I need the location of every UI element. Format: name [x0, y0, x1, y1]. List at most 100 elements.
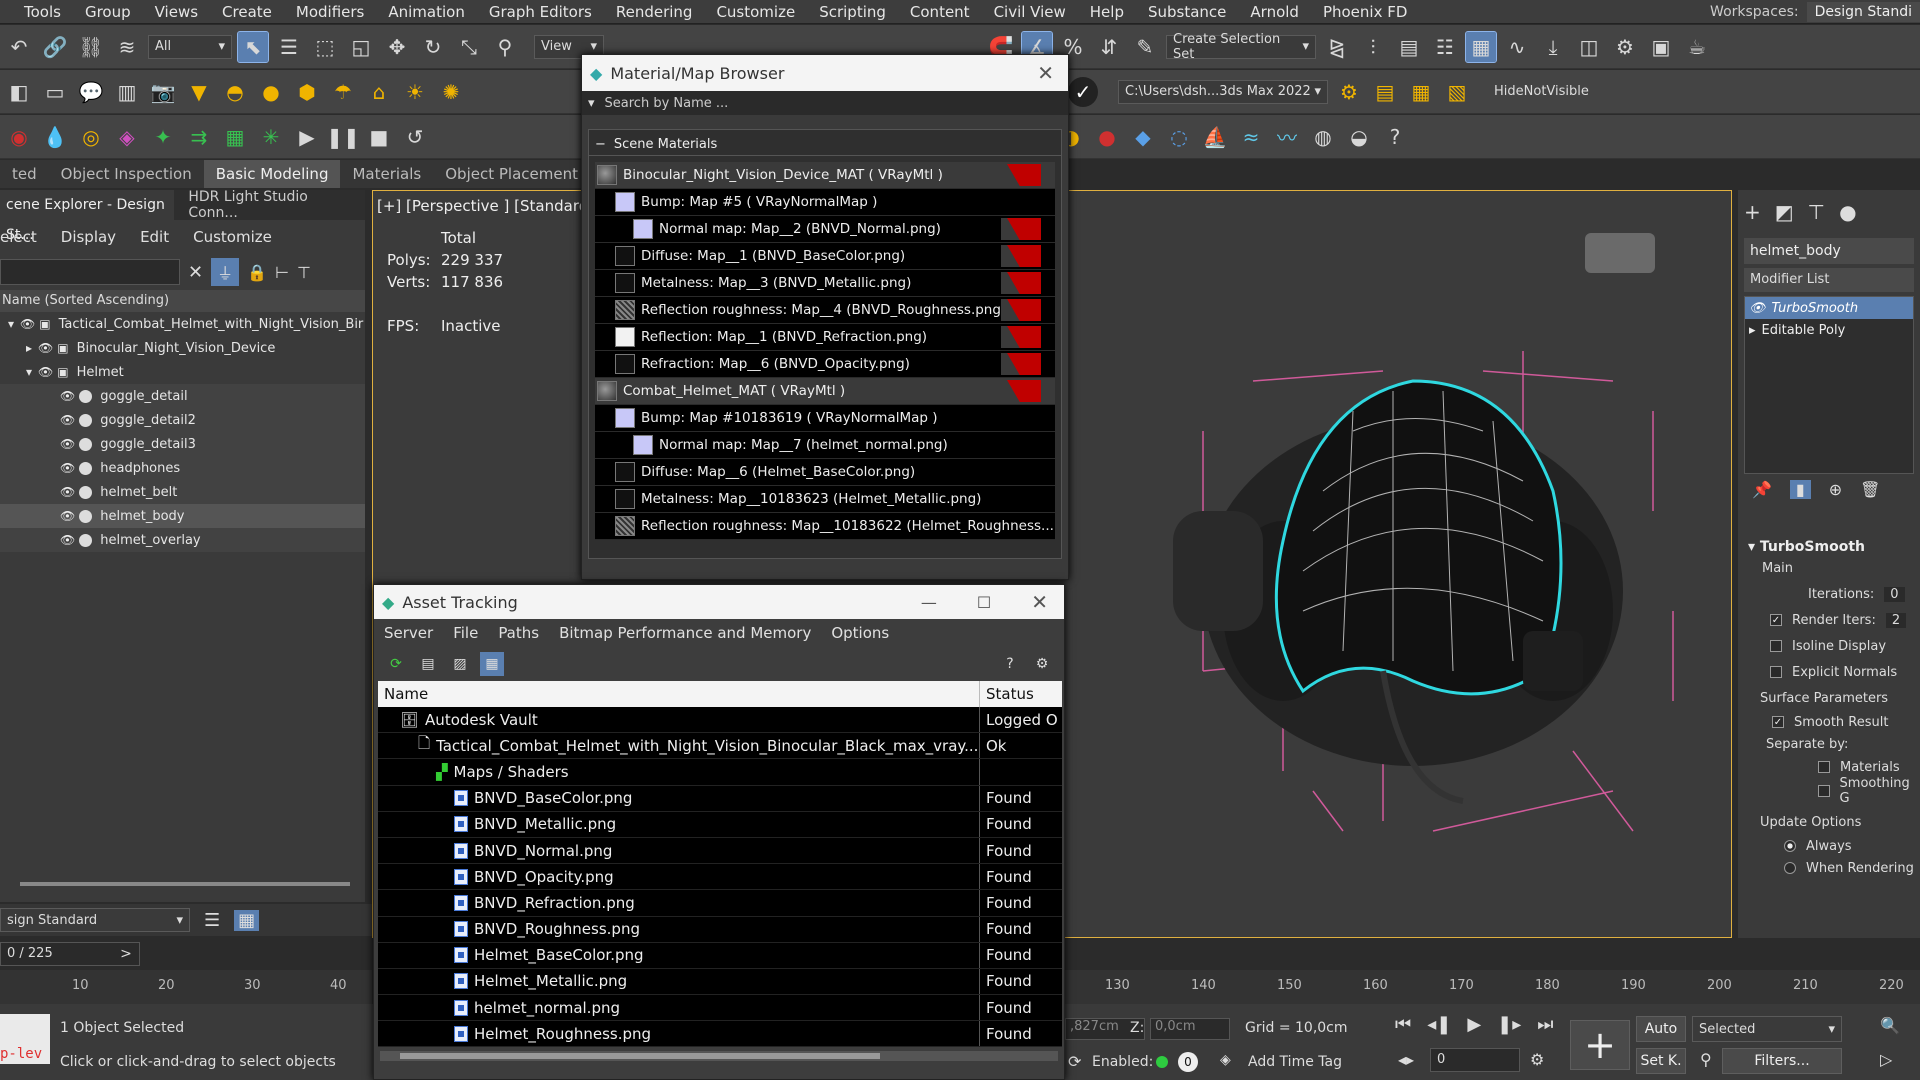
- lock-icon[interactable]: 🔒: [247, 263, 267, 282]
- viewport-label[interactable]: [+] [Perspective ] [Standard ]: [377, 197, 599, 215]
- remove-modifier-icon[interactable]: 🗑: [1860, 480, 1880, 499]
- ribbon-tab-object-placement[interactable]: Object Placement: [433, 160, 590, 188]
- vray-asset-icon-10[interactable]: ≈: [1236, 122, 1266, 152]
- material-editor-icon[interactable]: ◫: [1574, 32, 1604, 62]
- menu-item-substance[interactable]: Substance: [1136, 3, 1238, 21]
- fire-icon[interactable]: ◉: [4, 122, 34, 152]
- vray-asset-icon-8[interactable]: ◌: [1164, 122, 1194, 152]
- sky-icon[interactable]: ✺: [436, 77, 466, 107]
- z-coordinate-field[interactable]: 0,0cm: [1150, 1018, 1230, 1040]
- visibility-eye-icon[interactable]: 👁: [60, 437, 75, 451]
- thumbnail-view-icon[interactable]: ▨: [448, 652, 472, 676]
- scene-tree-item[interactable]: 👁 goggle_detail3: [0, 432, 365, 456]
- name-column-header[interactable]: Name (Sorted Ascending): [0, 290, 365, 312]
- asset-row[interactable]: ▞ Maps / Shaders: [378, 759, 1062, 786]
- next-frame-icon[interactable]: >: [116, 942, 136, 966]
- restart-icon[interactable]: ↺: [400, 122, 430, 152]
- isoline-checkbox[interactable]: [1770, 640, 1782, 652]
- set-key-big-button[interactable]: +: [1570, 1020, 1630, 1070]
- map-item[interactable]: Bump: Map #5 ( VRayNormalMap ): [595, 189, 1055, 216]
- simulator-icon[interactable]: ✦: [148, 122, 178, 152]
- asset-menu-server[interactable]: Server: [374, 624, 443, 642]
- modify-tab-icon[interactable]: ◩: [1775, 200, 1794, 224]
- toggle-ribbon-icon[interactable]: ▦: [1465, 30, 1497, 63]
- window-crossing-icon[interactable]: ◱: [346, 32, 376, 62]
- map-item[interactable]: Diffuse: Map__6 (Helmet_BaseColor.png): [595, 459, 1055, 486]
- material-item[interactable]: Binocular_Night_Vision_Device_MAT ( VRay…: [595, 162, 1055, 189]
- pin-stack-icon[interactable]: 📌: [1752, 480, 1772, 499]
- asset-row[interactable]: Helmet_Metallic.png Found: [378, 968, 1062, 996]
- play-icon[interactable]: ▶: [292, 122, 322, 152]
- scene-menu-elect[interactable]: elect: [0, 228, 49, 246]
- archive-icon[interactable]: ▭: [40, 77, 70, 107]
- visibility-eye-icon[interactable]: 👁: [60, 389, 75, 403]
- toggle-layer-explorer-icon[interactable]: ☷: [1430, 32, 1460, 62]
- menu-item-customize[interactable]: Customize: [704, 3, 807, 21]
- spinner-snap-icon[interactable]: ⇵: [1094, 32, 1124, 62]
- dome-light-icon[interactable]: ◓: [220, 77, 250, 107]
- map-item[interactable]: Reflection: Map__1 (BNVD_Refraction.png): [595, 324, 1055, 351]
- visibility-eye-icon[interactable]: 👁: [60, 485, 75, 499]
- workspaces-dropdown[interactable]: Design Standi: [1806, 2, 1920, 22]
- selection-filter-dropdown[interactable]: All ▾: [148, 34, 232, 59]
- asset-row[interactable]: BNVD_Normal.png Found: [378, 837, 1062, 865]
- pause-icon[interactable]: ❚❚: [326, 122, 360, 152]
- stack-item-turbosmooth[interactable]: 👁 TurboSmooth: [1745, 297, 1913, 319]
- set-key-button[interactable]: Set K.: [1636, 1048, 1686, 1074]
- stop-icon[interactable]: ■: [364, 122, 394, 152]
- vray-asset-icon-9[interactable]: ⛵: [1200, 122, 1230, 152]
- menu-item-tools[interactable]: Tools: [0, 3, 73, 21]
- render-production-icon[interactable]: ☕: [1682, 32, 1712, 62]
- menu-item-scripting[interactable]: Scripting: [807, 3, 898, 21]
- turbosmooth-rollout-header[interactable]: ▾ TurboSmooth: [1738, 539, 1920, 555]
- scene-tree-item[interactable]: 👁 helmet_overlay: [0, 528, 365, 552]
- expand-icon[interactable]: ▸: [1749, 323, 1756, 338]
- time-ruler-left[interactable]: 10 20 30 40: [0, 970, 372, 1004]
- table-view-icon[interactable]: ▦: [480, 652, 504, 676]
- link-icon[interactable]: 🔗: [40, 32, 70, 62]
- asset-row[interactable]: BNVD_Refraction.png Found: [378, 890, 1062, 917]
- project-tool-icon-1[interactable]: ⚙: [1334, 77, 1364, 107]
- material-item[interactable]: Combat_Helmet_MAT ( VRayMtl ): [595, 378, 1055, 405]
- map-item[interactable]: Reflection roughness: Map__10183622 (Hel…: [595, 513, 1055, 540]
- menu-item-rendering[interactable]: Rendering: [604, 3, 705, 21]
- ambient-light-icon[interactable]: ⌂: [364, 77, 394, 107]
- curve-editor-icon[interactable]: ∿: [1502, 32, 1532, 62]
- visibility-eye-icon[interactable]: 👁: [20, 317, 35, 331]
- map-item[interactable]: Metalness: Map__3 (BNVD_Metallic.png): [595, 270, 1055, 297]
- current-frame-field[interactable]: 0: [1430, 1048, 1520, 1072]
- motion-tab-icon[interactable]: ●: [1839, 200, 1856, 224]
- scene-tree-item[interactable]: 👁 goggle_detail: [0, 384, 365, 408]
- asset-menu-bitmap-performance-and-memory[interactable]: Bitmap Performance and Memory: [549, 624, 821, 642]
- layer-properties-icon[interactable]: ▦: [234, 909, 260, 931]
- help-icon[interactable]: ?: [1380, 122, 1410, 152]
- scene-tree-item[interactable]: 👁 helmet_body: [0, 504, 365, 528]
- visibility-eye-icon[interactable]: 👁: [60, 413, 75, 427]
- modifier-list-dropdown[interactable]: Modifier List: [1744, 268, 1914, 292]
- asset-row[interactable]: BNVD_Metallic.png Found: [378, 811, 1062, 838]
- scene-tree-item[interactable]: 👁 goggle_detail2: [0, 408, 365, 432]
- ribbon-tab-materials[interactable]: Materials: [340, 160, 433, 188]
- map-item[interactable]: Reflection roughness: Map__4 (BNVD_Rough…: [595, 297, 1055, 324]
- helmet-model[interactable]: [1053, 231, 1733, 891]
- smooth-result-checkbox[interactable]: ✓: [1772, 716, 1784, 728]
- asset-menu-file[interactable]: File: [443, 624, 488, 642]
- orbit-icon[interactable]: ▷: [1880, 1050, 1892, 1069]
- menu-item-modifiers[interactable]: Modifiers: [284, 3, 376, 21]
- edit-named-selection-icon[interactable]: ✎: [1130, 32, 1160, 62]
- menu-item-phoenix-fd[interactable]: Phoenix FD: [1311, 3, 1419, 21]
- previous-frame-icon[interactable]: ◂❚: [1427, 1014, 1451, 1035]
- map-item[interactable]: Normal map: Map__7 (helmet_normal.png): [595, 432, 1055, 459]
- project-path-dropdown[interactable]: C:\Users\dsh...3ds Max 2022 ▾: [1118, 79, 1328, 104]
- asset-row[interactable]: BNVD_Opacity.png Found: [378, 864, 1062, 891]
- iterations-spinner[interactable]: 0: [1884, 586, 1905, 602]
- rotate-icon[interactable]: ↻: [418, 32, 448, 62]
- named-selection-sets-dropdown[interactable]: Create Selection Set ▾: [1166, 32, 1316, 62]
- list-view-icon[interactable]: ▤: [416, 652, 440, 676]
- map-item[interactable]: Diffuse: Map__1 (BNVD_BaseColor.png): [595, 243, 1055, 270]
- time-ruler-right[interactable]: 130 140 150 160 170 180 190 200 210 220: [1065, 970, 1920, 1004]
- project-tool-icon-4[interactable]: ▧: [1442, 77, 1472, 107]
- menu-item-views[interactable]: Views: [143, 3, 210, 21]
- zoom-icon[interactable]: 🔍: [1880, 1016, 1900, 1035]
- source-icon[interactable]: ⇉: [184, 122, 214, 152]
